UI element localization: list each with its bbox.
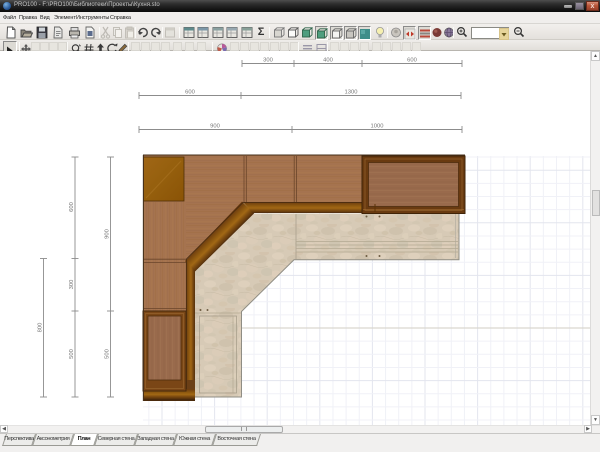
svg-text:600: 600 (69, 202, 75, 212)
svg-text:1300: 1300 (345, 90, 358, 96)
svg-text:800: 800 (38, 323, 44, 333)
svg-text:300: 300 (263, 58, 273, 64)
svg-text:1000: 1000 (371, 124, 384, 130)
svg-text:900: 900 (105, 229, 111, 239)
svg-text:600: 600 (407, 58, 417, 64)
svg-text:500: 500 (105, 349, 111, 359)
svg-text:500: 500 (69, 349, 75, 359)
svg-text:600: 600 (185, 90, 195, 96)
svg-text:300: 300 (69, 280, 75, 290)
svg-text:900: 900 (210, 124, 220, 130)
svg-text:400: 400 (323, 58, 333, 64)
